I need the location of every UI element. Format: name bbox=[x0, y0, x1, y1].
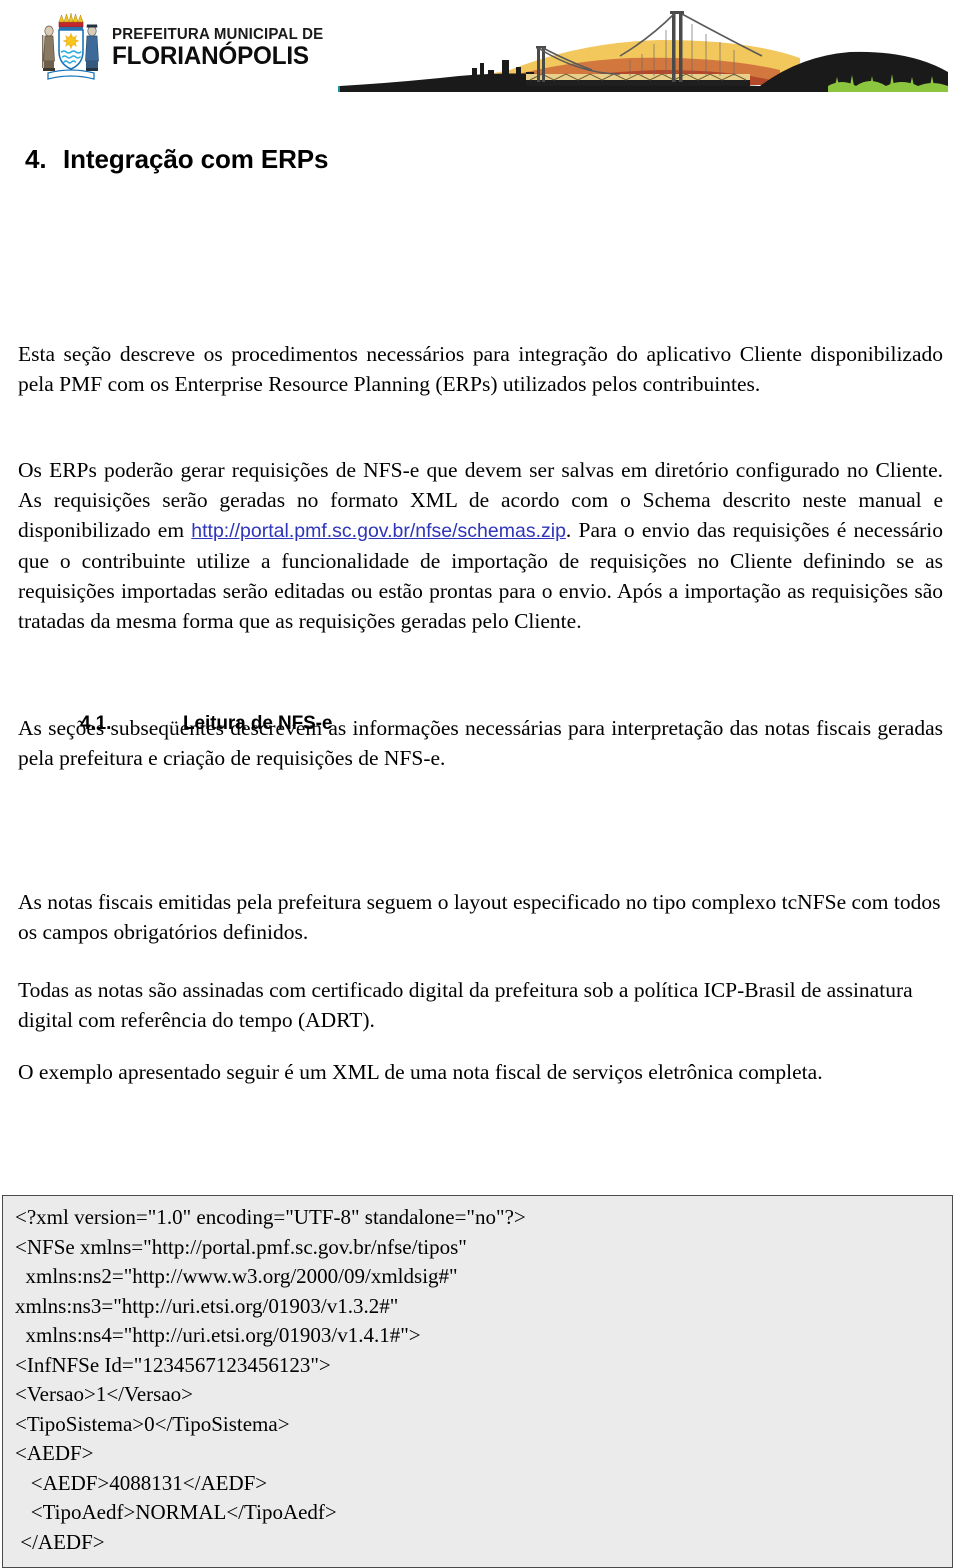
brand-line-florianopolis: FLORIANÓPOLIS bbox=[112, 42, 309, 71]
paragraph-schema: Os ERPs poderão gerar requisições de NFS… bbox=[18, 455, 943, 636]
brand-logo: PREFEITURA MUNICIPAL DE FLORIANÓPOLIS bbox=[40, 11, 330, 85]
schemas-zip-link[interactable]: http://portal.pmf.sc.gov.br/nfse/schemas… bbox=[191, 520, 566, 542]
page-title: 4. Integração com ERPs bbox=[25, 144, 329, 175]
section-title-text: Integração com ERPs bbox=[63, 144, 329, 174]
coat-of-arms-icon bbox=[42, 12, 99, 80]
xml-code-sample: <?xml version="1.0" encoding="UTF-8" sta… bbox=[2, 1195, 953, 1568]
section-number: 4. bbox=[25, 144, 47, 174]
paragraph-layout: As notas fiscais emitidas pela prefeitur… bbox=[18, 890, 941, 944]
subsection-title: 4.1. Leitura de NFS-e bbox=[80, 713, 332, 735]
page-header: PREFEITURA MUNICIPAL DE FLORIANÓPOLIS bbox=[0, 0, 960, 100]
bridge-skyline-illustration bbox=[338, 11, 948, 92]
paragraph-example: O exemplo apresentado seguir é um XML de… bbox=[18, 1060, 823, 1084]
subsection-number: 4.1. bbox=[80, 713, 112, 734]
brand-line-prefeitura: PREFEITURA MUNICIPAL DE bbox=[112, 25, 324, 43]
paragraph-signature: Todas as notas são assinadas com certifi… bbox=[18, 978, 913, 1032]
paragraph-intro: Esta seção descreve os procedimentos nec… bbox=[18, 342, 943, 396]
subsection-title-text: Leitura de NFS-e bbox=[183, 713, 333, 734]
brand-wordmark: PREFEITURA MUNICIPAL DE FLORIANÓPOLIS bbox=[112, 27, 330, 70]
